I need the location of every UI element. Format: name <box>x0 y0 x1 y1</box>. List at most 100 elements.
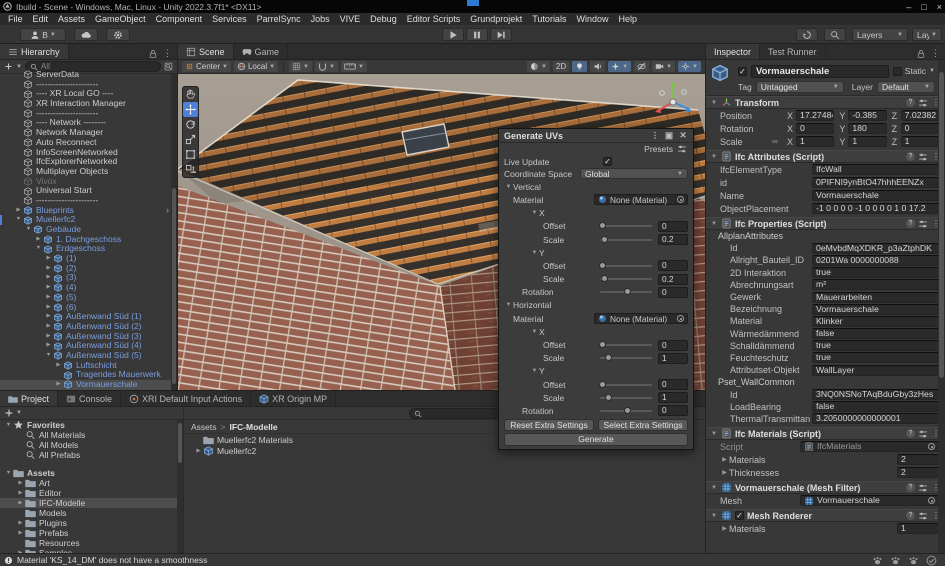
slider-knob[interactable] <box>624 288 631 295</box>
generate-uvs-titlebar[interactable]: Generate UVs ⋮ ▣ ✕ <box>499 129 693 143</box>
tab-inspector[interactable]: Inspector <box>706 44 760 59</box>
project-tree-item[interactable]: ▶Editor <box>0 488 183 498</box>
uv-axis-group[interactable]: ▼X <box>499 207 693 220</box>
material-object-field[interactable]: None (Material) <box>594 194 688 205</box>
coordinate-space-dropdown[interactable]: Global▼ <box>580 168 688 179</box>
effects-dropdown[interactable]: ▼ <box>608 61 631 72</box>
component-header[interactable]: ▼Vormauerschale (Mesh Filter)?⋮ <box>706 481 945 494</box>
camera-settings-dropdown[interactable]: ▼ <box>652 61 675 72</box>
tab-game[interactable]: Game <box>234 44 289 59</box>
axis-value-field[interactable]: 0 <box>796 123 834 134</box>
axis-value-field[interactable]: 1 <box>796 136 834 147</box>
help-icon[interactable]: ? <box>906 98 915 107</box>
layer-dropdown[interactable]: Default▼ <box>877 81 935 93</box>
hierarchy-item[interactable]: ▶Vormauerschale <box>0 380 177 390</box>
axis-value-field[interactable]: 1 <box>848 136 886 147</box>
help-icon[interactable]: ? <box>906 429 915 438</box>
slider-value-field[interactable]: 0 <box>658 260 688 271</box>
material-object-field[interactable]: None (Material) <box>594 313 688 324</box>
slider-track[interactable] <box>600 384 652 386</box>
slider-track[interactable] <box>600 225 652 227</box>
axis-value-field[interactable]: 7.02382 <box>901 110 939 121</box>
rect-tool[interactable] <box>183 147 198 162</box>
foldout-arrow[interactable]: ▶ <box>44 293 53 303</box>
project-tree-item[interactable]: ▼Favorites <box>0 420 183 430</box>
foldout-arrow[interactable]: ▶ <box>44 332 53 342</box>
axis-value-field[interactable]: 180 <box>848 123 886 134</box>
tab-scene[interactable]: Scene <box>178 44 234 59</box>
slider-track[interactable] <box>600 239 652 241</box>
slider-knob[interactable] <box>601 275 608 282</box>
project-tree-item[interactable]: ▶Art <box>0 478 183 488</box>
static-checkbox[interactable] <box>893 67 902 76</box>
uv-axis-group[interactable]: ▼Y <box>499 365 693 378</box>
help-icon[interactable]: ? <box>906 219 915 228</box>
reset-extra-settings-button[interactable]: Reset Extra Settings <box>504 419 594 431</box>
foldout-arrow[interactable]: ▶ <box>44 312 53 322</box>
foldout-arrow[interactable]: ▶ <box>16 500 25 506</box>
measure-tool-dropdown[interactable]: ▼ <box>341 61 367 72</box>
kebab-icon[interactable]: ⋮ <box>650 130 660 141</box>
hierarchy-item[interactable]: ▼Erdgeschoss <box>0 244 177 254</box>
property-value-field[interactable]: false <box>812 328 939 339</box>
slider-knob[interactable] <box>599 222 606 229</box>
hierarchy-scrollbar[interactable] <box>171 74 177 390</box>
menu-item-edit[interactable]: Edit <box>28 14 54 24</box>
slider-value-field[interactable]: 1 <box>658 353 688 364</box>
slider-knob[interactable] <box>599 341 606 348</box>
tab-xr-origin-mp[interactable]: XR Origin MP <box>251 391 336 406</box>
property-value-field[interactable]: true <box>812 267 939 278</box>
foldout-arrow[interactable]: ▶ <box>44 273 53 283</box>
property-group-row[interactable]: AllplanAttributes <box>706 230 945 242</box>
project-tree-item[interactable]: All Materials <box>0 430 183 440</box>
tab-console[interactable]: Console <box>58 391 121 406</box>
foldout-arrow[interactable]: ▼ <box>34 244 43 254</box>
property-value-field[interactable]: WallLayer <box>812 365 939 376</box>
foldout-arrow[interactable]: ▼ <box>24 225 33 235</box>
tag-dropdown[interactable]: Untagged▼ <box>756 81 844 93</box>
script-object-field[interactable]: IfcMaterials <box>800 441 939 452</box>
property-group-row[interactable]: Pset_WallCommon <box>706 376 945 388</box>
hierarchy-item[interactable]: ▶Blueprints› <box>0 206 177 216</box>
generate-button[interactable]: Generate <box>504 433 688 446</box>
hierarchy-item[interactable]: ▼Muellerfc2 <box>0 215 177 225</box>
close-icon[interactable]: ✕ <box>678 130 688 141</box>
slider-knob[interactable] <box>605 394 612 401</box>
array-size-field[interactable]: 1 <box>897 523 939 534</box>
property-value-field[interactable]: IfcWall <box>812 164 939 175</box>
object-picker-icon[interactable] <box>677 196 684 203</box>
project-tree-item[interactable]: ▶Prefabs <box>0 528 183 538</box>
project-tree-item[interactable]: All Models <box>0 440 183 450</box>
slider-value-field[interactable]: 0 <box>658 221 688 232</box>
help-icon[interactable]: ? <box>906 511 915 520</box>
lighting-toggle-button[interactable] <box>572 61 587 72</box>
menu-item-window[interactable]: Window <box>571 14 613 24</box>
lock-icon[interactable] <box>149 49 157 59</box>
help-icon[interactable]: ? <box>906 483 915 492</box>
menu-item-services[interactable]: Services <box>207 14 252 24</box>
project-tree-item[interactable]: All Prefabs <box>0 450 183 460</box>
foldout-arrow[interactable]: ▶ <box>44 254 53 264</box>
property-value-field[interactable]: Vormauerschale <box>812 304 939 315</box>
move-tool[interactable] <box>183 102 198 117</box>
step-button[interactable] <box>490 28 512 41</box>
maximize-icon[interactable]: ▣ <box>664 130 674 141</box>
status-bar[interactable]: Material 'KS_14_DM' does not have a smoo… <box>0 553 945 566</box>
component-header[interactable]: ▼Ifc Materials (Script)?⋮ <box>706 427 945 440</box>
search-button[interactable] <box>824 28 846 41</box>
hierarchy-item[interactable]: ▶(5) <box>0 293 177 303</box>
slider-track[interactable] <box>600 410 652 412</box>
component-presets-icon[interactable] <box>918 483 928 493</box>
property-value-field[interactable]: true <box>812 340 939 351</box>
foldout-arrow[interactable]: ▶ <box>16 490 25 496</box>
slider-track[interactable] <box>600 265 652 267</box>
slider-value-field[interactable]: 0 <box>658 405 688 416</box>
menu-item-debug[interactable]: Debug <box>365 14 402 24</box>
select-extra-settings-button[interactable]: Select Extra Settings <box>598 419 688 431</box>
hierarchy-item[interactable]: ▶(3) <box>0 273 177 283</box>
property-value-field[interactable]: true <box>812 352 939 363</box>
tab-project[interactable]: Project <box>0 391 58 406</box>
foldout-arrow[interactable]: ▶ <box>16 480 25 486</box>
uv-axis-group[interactable]: ▼Y <box>499 246 693 259</box>
hierarchy-item[interactable]: ---------------------- <box>0 196 177 206</box>
